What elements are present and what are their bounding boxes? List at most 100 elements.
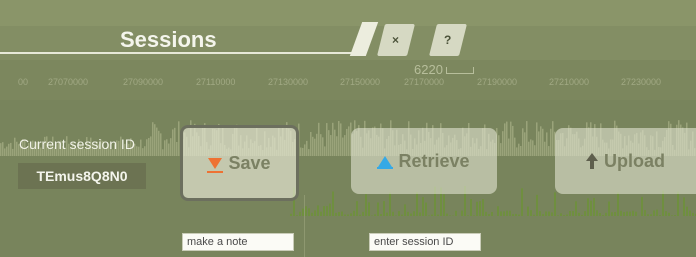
peak-mark bbox=[686, 206, 688, 216]
coverage-mark bbox=[10, 142, 12, 156]
coverage-mark bbox=[310, 131, 312, 156]
coverage-mark bbox=[4, 148, 6, 156]
peak-mark bbox=[386, 212, 388, 216]
coverage-mark bbox=[548, 146, 550, 156]
coverage-mark bbox=[540, 126, 542, 156]
peak-mark bbox=[566, 214, 568, 216]
peak-mark bbox=[350, 213, 352, 216]
peak-mark bbox=[491, 212, 493, 216]
peak-mark bbox=[377, 202, 379, 216]
coverage-mark bbox=[510, 121, 512, 156]
peak-mark bbox=[509, 210, 511, 216]
coordinate-label: 27130000 bbox=[268, 77, 309, 87]
peak-mark bbox=[407, 211, 409, 216]
ideogram-band bbox=[0, 0, 696, 26]
coordinate-label: 27170000 bbox=[404, 77, 445, 87]
coverage-mark bbox=[12, 148, 14, 156]
peak-mark bbox=[626, 211, 628, 216]
coordinate-label: 27070000 bbox=[48, 77, 89, 87]
coordinate-label: 27110000 bbox=[196, 77, 236, 87]
peak-mark bbox=[608, 201, 610, 216]
peak-mark bbox=[503, 211, 505, 216]
peak-mark bbox=[596, 210, 598, 216]
coverage-mark bbox=[140, 139, 142, 156]
peak-mark bbox=[392, 211, 394, 216]
coverage-mark bbox=[308, 149, 310, 156]
coverage-mark bbox=[504, 123, 506, 156]
peak-mark bbox=[677, 191, 679, 216]
peak-mark bbox=[326, 206, 328, 216]
down-arrow-icon bbox=[207, 157, 224, 173]
coordinate-label: 27210000 bbox=[549, 77, 590, 87]
peak-mark bbox=[290, 213, 292, 216]
peak-mark bbox=[437, 214, 439, 216]
peak-mark bbox=[341, 211, 343, 216]
peak-mark bbox=[554, 192, 556, 216]
session-id-input[interactable] bbox=[369, 233, 481, 251]
peak-mark bbox=[533, 214, 535, 216]
peak-mark bbox=[449, 215, 451, 216]
coverage-mark bbox=[6, 146, 8, 156]
coverage-mark bbox=[318, 122, 320, 156]
coverage-mark bbox=[150, 136, 152, 156]
coverage-mark bbox=[152, 122, 154, 156]
save-button[interactable]: Save bbox=[180, 125, 299, 201]
peak-mark bbox=[428, 215, 430, 216]
upload-button[interactable]: Upload bbox=[555, 128, 696, 194]
peak-mark bbox=[389, 192, 391, 216]
retrieve-button[interactable]: Retrieve bbox=[351, 128, 497, 194]
coverage-mark bbox=[14, 137, 16, 156]
peak-mark bbox=[689, 210, 691, 216]
peak-mark bbox=[551, 212, 553, 216]
peak-mark bbox=[671, 215, 673, 216]
coverage-mark bbox=[326, 123, 328, 156]
coverage-mark bbox=[550, 128, 552, 156]
coverage-mark bbox=[142, 148, 144, 156]
help-icon: ? bbox=[444, 33, 452, 47]
peak-mark bbox=[578, 212, 580, 216]
coverage-mark bbox=[136, 146, 138, 156]
peak-mark bbox=[422, 197, 424, 216]
peak-mark bbox=[521, 188, 523, 216]
coverage-mark bbox=[16, 141, 18, 156]
upload-arrow-icon bbox=[586, 153, 598, 169]
peak-mark bbox=[488, 214, 490, 216]
coverage-mark bbox=[154, 124, 156, 156]
coverage-mark bbox=[530, 139, 532, 156]
peak-mark bbox=[584, 211, 586, 216]
peak-mark bbox=[497, 206, 499, 216]
peak-mark bbox=[515, 213, 517, 216]
note-input[interactable] bbox=[182, 233, 294, 251]
coverage-mark bbox=[346, 128, 348, 156]
coverage-mark bbox=[330, 135, 332, 156]
peak-mark bbox=[536, 194, 538, 216]
peak-mark bbox=[599, 212, 601, 216]
coverage-mark bbox=[144, 146, 146, 156]
coverage-mark bbox=[314, 138, 316, 156]
coverage-mark bbox=[536, 122, 538, 156]
coordinate-label: 27090000 bbox=[123, 77, 164, 87]
scale-bar-glyph bbox=[445, 67, 474, 75]
peak-mark bbox=[563, 215, 565, 216]
coverage-mark bbox=[520, 145, 522, 156]
peak-mark bbox=[581, 214, 583, 216]
peak-mark bbox=[629, 211, 631, 216]
coverage-mark bbox=[328, 130, 330, 156]
peak-mark bbox=[320, 211, 322, 216]
peak-mark bbox=[470, 199, 472, 216]
peak-mark bbox=[476, 201, 478, 216]
peak-mark bbox=[665, 211, 667, 216]
coverage-mark bbox=[528, 141, 530, 156]
ruler-band bbox=[0, 26, 696, 60]
peak-mark bbox=[611, 212, 613, 216]
coverage-mark bbox=[138, 146, 140, 156]
coverage-mark bbox=[8, 143, 10, 156]
coverage-mark bbox=[498, 135, 500, 156]
coverage-mark bbox=[546, 132, 548, 156]
peak-mark bbox=[446, 213, 448, 216]
peak-mark bbox=[356, 201, 358, 216]
peak-mark bbox=[662, 190, 664, 216]
peak-mark bbox=[617, 192, 619, 216]
coordinate-label: 27150000 bbox=[340, 77, 381, 87]
coverage-mark bbox=[168, 143, 170, 156]
